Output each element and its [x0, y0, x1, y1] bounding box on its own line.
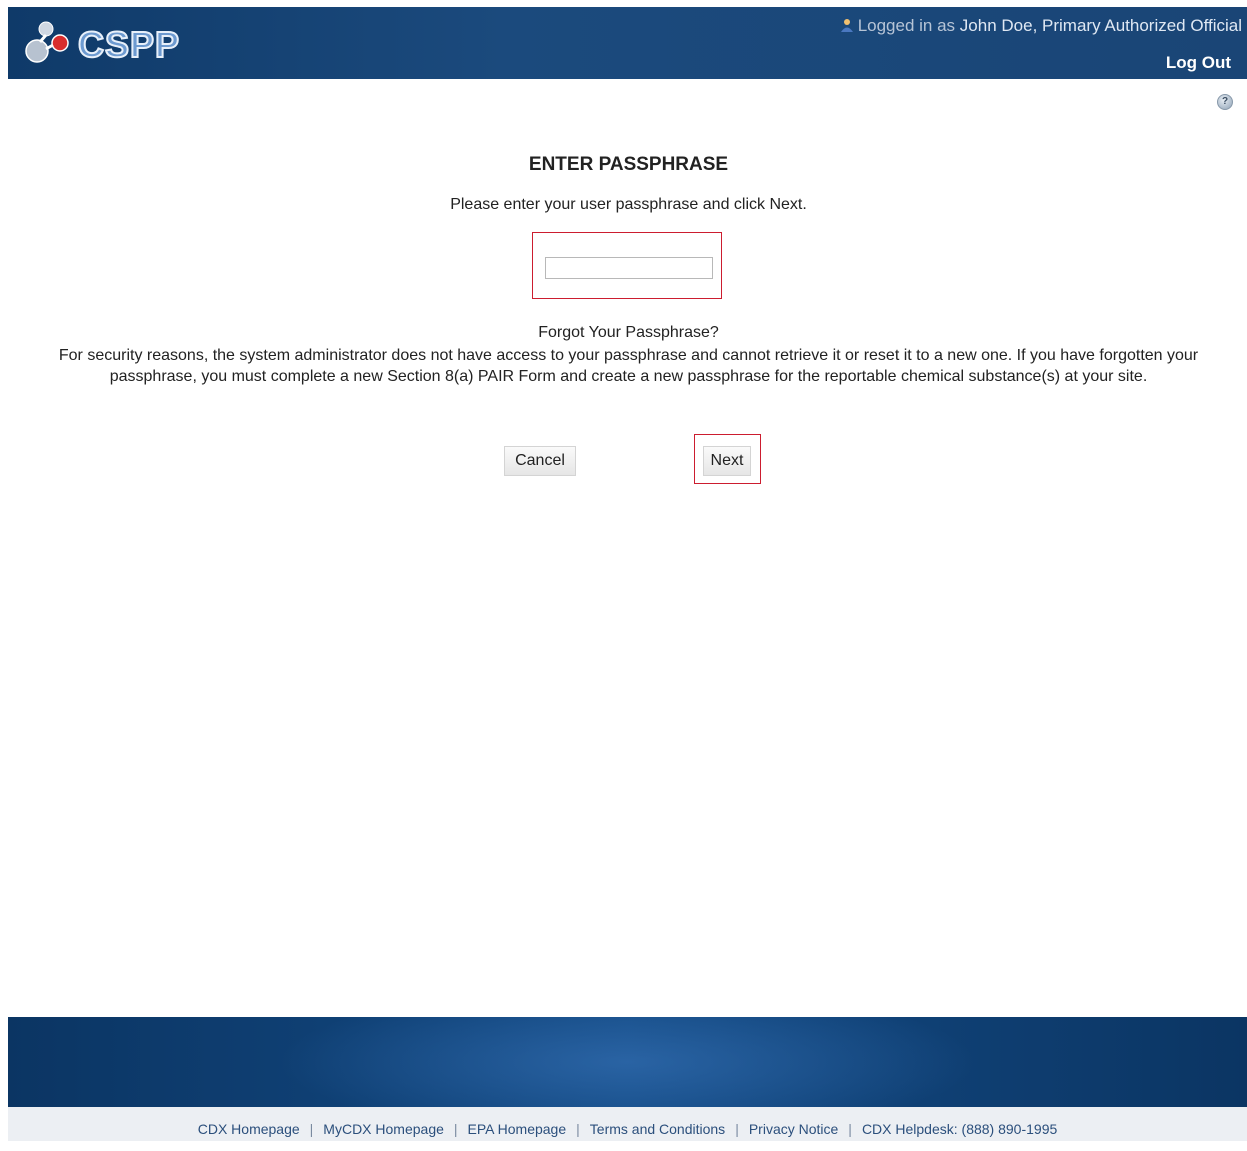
cancel-button[interactable]: Cancel	[504, 446, 576, 476]
user-icon	[840, 19, 853, 32]
user-name: John Doe, Primary Authorized Official	[959, 16, 1242, 35]
passphrase-highlight	[532, 232, 722, 299]
footer-link-terms[interactable]: Terms and Conditions	[590, 1121, 725, 1137]
app-name: CSPP	[77, 23, 181, 66]
next-highlight: Next	[694, 434, 761, 484]
page-title: ENTER PASSPHRASE	[528, 154, 729, 175]
footer-link-epa-homepage[interactable]: EPA Homepage	[468, 1121, 567, 1137]
next-button[interactable]: Next	[703, 446, 751, 476]
logged-in-info: Logged in as John Doe, Primary Authorize…	[840, 16, 1242, 36]
logout-link[interactable]: Log Out	[1166, 53, 1231, 73]
molecule-logo-icon	[25, 21, 69, 63]
footer-link-cdx-homepage[interactable]: CDX Homepage	[198, 1121, 300, 1137]
instruction-text: Please enter your user passphrase and cl…	[450, 196, 807, 213]
help-icon[interactable]: ?	[1217, 94, 1233, 110]
footer-link-privacy[interactable]: Privacy Notice	[749, 1121, 838, 1137]
footer-banner	[8, 1017, 1247, 1107]
header-bar: CSPP Logged in as John Doe, Primary Auth…	[8, 7, 1247, 79]
footer-links: CDX Homepage | MyCDX Homepage | EPA Homepage…	[8, 1107, 1247, 1141]
forgot-passphrase-heading: Forgot Your Passphrase?	[538, 324, 719, 341]
forgot-passphrase-text: For security reasons, the system adminis…	[58, 347, 1199, 385]
logged-in-prefix: Logged in as	[857, 16, 956, 35]
cspp-logo[interactable]: CSPP	[24, 19, 180, 67]
footer-link-mycdx-homepage[interactable]: MyCDX Homepage	[323, 1121, 444, 1137]
footer-helpdesk[interactable]: CDX Helpdesk: (888) 890-1995	[862, 1121, 1057, 1137]
passphrase-input[interactable]	[545, 257, 713, 279]
